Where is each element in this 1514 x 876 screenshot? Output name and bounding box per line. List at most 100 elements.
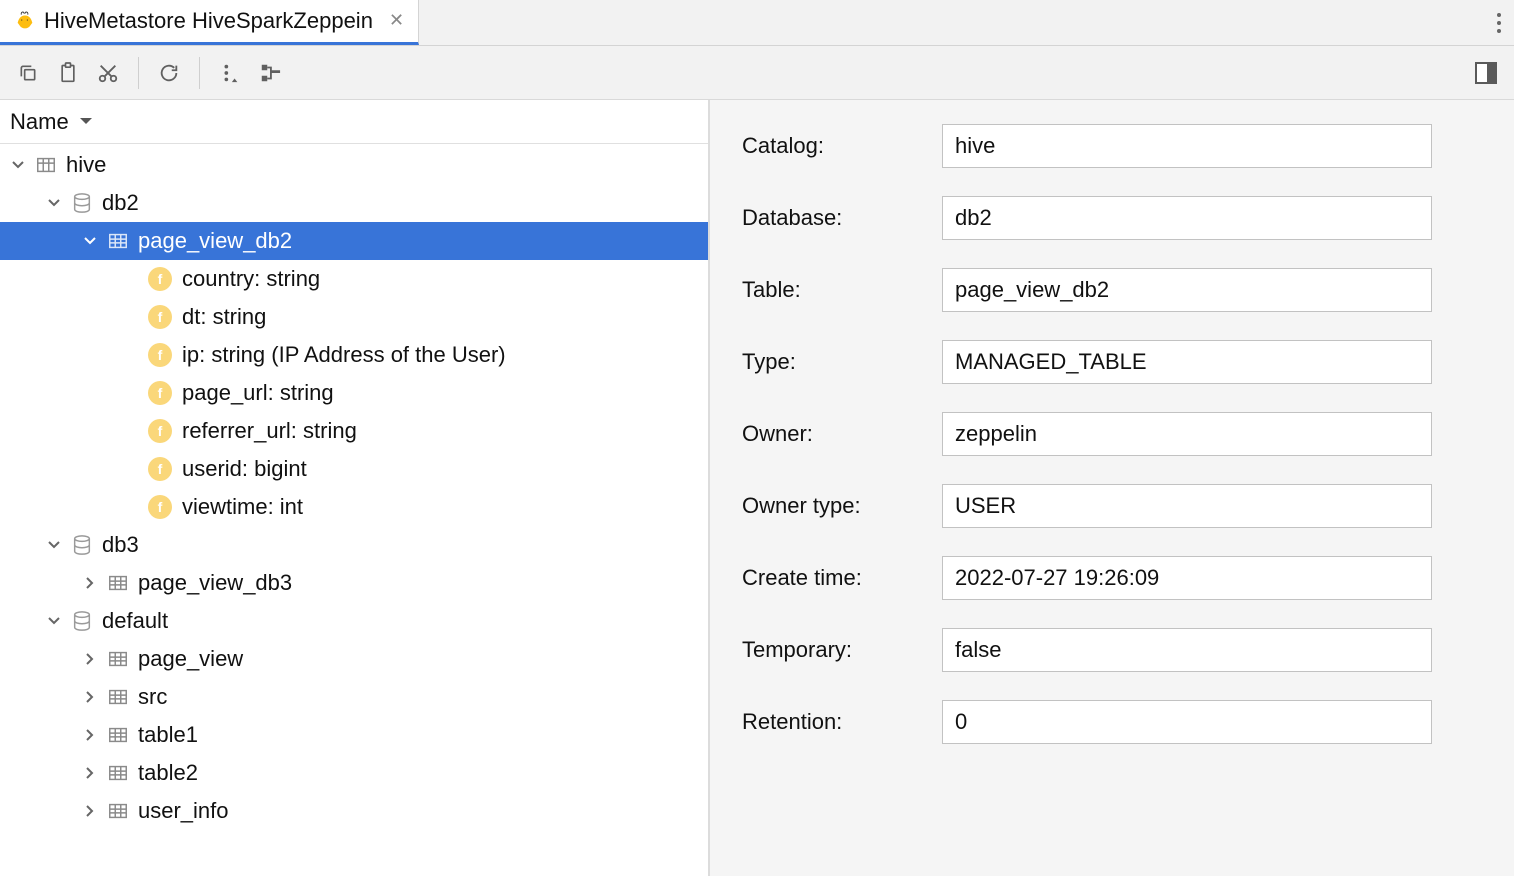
prop-row-create-time: Create time: 2022-07-27 19:26:09 [742, 556, 1482, 600]
copy-icon[interactable] [10, 55, 46, 91]
close-icon[interactable]: ✕ [389, 10, 404, 31]
chevron-down-icon[interactable] [44, 196, 64, 210]
tree-label: ip: string (IP Address of the User) [182, 342, 506, 368]
tree-label: db3 [102, 532, 139, 558]
tree-node-table[interactable]: user_info [0, 792, 708, 830]
toolbar [0, 46, 1514, 100]
tree-node-database[interactable]: db3 [0, 526, 708, 564]
tree-label: table2 [138, 760, 198, 786]
prop-value[interactable]: db2 [942, 196, 1432, 240]
prop-value[interactable]: MANAGED_TABLE [942, 340, 1432, 384]
tree-node-table[interactable]: page_view_db3 [0, 564, 708, 602]
table-icon [106, 571, 130, 595]
refresh-icon[interactable] [151, 55, 187, 91]
prop-row-table: Table: page_view_db2 [742, 268, 1482, 312]
tree-label: hive [66, 152, 106, 178]
tree-node-field[interactable]: f country: string [0, 260, 708, 298]
tree-panel: Name hive [0, 100, 710, 876]
tree-node-catalog[interactable]: hive [0, 146, 708, 184]
tree-node-field[interactable]: f userid: bigint [0, 450, 708, 488]
chevron-down-icon [79, 117, 93, 127]
tree-node-table[interactable]: table2 [0, 754, 708, 792]
main-split: Name hive [0, 100, 1514, 876]
table-icon [106, 761, 130, 785]
chevron-right-icon[interactable] [80, 728, 100, 742]
tab-hive-metastore[interactable]: HiveMetastore HiveSparkZeppein ✕ [0, 0, 419, 45]
tree-label: user_info [138, 798, 229, 824]
tree-node-table[interactable]: table1 [0, 716, 708, 754]
toggle-details-panel[interactable] [1468, 55, 1504, 91]
paste-icon[interactable] [50, 55, 86, 91]
prop-label: Catalog: [742, 133, 942, 159]
prop-label: Temporary: [742, 637, 942, 663]
database-icon [70, 191, 94, 215]
tree-label: page_view_db2 [138, 228, 292, 254]
table-icon [106, 799, 130, 823]
tree-node-field[interactable]: f page_url: string [0, 374, 708, 412]
table-icon [106, 685, 130, 709]
cut-icon[interactable] [90, 55, 126, 91]
catalog-tree[interactable]: hive db2 [0, 144, 708, 876]
tree-label: dt: string [182, 304, 266, 330]
chevron-down-icon[interactable] [8, 158, 28, 172]
prop-label: Owner: [742, 421, 942, 447]
tabbar-menu-icon[interactable] [1496, 12, 1502, 34]
tab-title: HiveMetastore HiveSparkZeppein [44, 8, 373, 34]
chevron-down-icon[interactable] [44, 614, 64, 628]
tree-node-table[interactable]: page_view [0, 640, 708, 678]
tree-node-table-selected[interactable]: page_view_db2 [0, 222, 708, 260]
tree-node-field[interactable]: f referrer_url: string [0, 412, 708, 450]
prop-value[interactable]: 0 [942, 700, 1432, 744]
tree-node-field[interactable]: f dt: string [0, 298, 708, 336]
prop-row-retention: Retention: 0 [742, 700, 1482, 744]
chevron-down-icon[interactable] [80, 234, 100, 248]
chevron-right-icon[interactable] [80, 804, 100, 818]
catalog-icon [34, 153, 58, 177]
tree-node-database[interactable]: default [0, 602, 708, 640]
database-icon [70, 533, 94, 557]
prop-value[interactable]: hive [942, 124, 1432, 168]
table-icon [106, 647, 130, 671]
tree-node-field[interactable]: f ip: string (IP Address of the User) [0, 336, 708, 374]
field-icon: f [148, 267, 172, 291]
prop-value[interactable]: page_view_db2 [942, 268, 1432, 312]
prop-row-database: Database: db2 [742, 196, 1482, 240]
tree-label: db2 [102, 190, 139, 216]
prop-label: Create time: [742, 565, 942, 591]
chevron-right-icon[interactable] [80, 576, 100, 590]
name-column-header[interactable]: Name [0, 100, 708, 144]
prop-label: Database: [742, 205, 942, 231]
tree-toggle-icon[interactable] [252, 55, 288, 91]
tree-label: userid: bigint [182, 456, 307, 482]
tab-bar: HiveMetastore HiveSparkZeppein ✕ [0, 0, 1514, 46]
tree-node-field[interactable]: f viewtime: int [0, 488, 708, 526]
prop-label: Table: [742, 277, 942, 303]
chevron-right-icon[interactable] [80, 652, 100, 666]
prop-row-owner-type: Owner type: USER [742, 484, 1482, 528]
tree-node-table[interactable]: src [0, 678, 708, 716]
tree-label: table1 [138, 722, 198, 748]
chevron-right-icon[interactable] [80, 766, 100, 780]
tree-label: page_url: string [182, 380, 334, 406]
prop-value[interactable]: USER [942, 484, 1432, 528]
tree-label: page_view_db3 [138, 570, 292, 596]
panel-layout-icon [1475, 62, 1497, 84]
field-icon: f [148, 495, 172, 519]
tree-label: src [138, 684, 167, 710]
prop-row-catalog: Catalog: hive [742, 124, 1482, 168]
tree-node-database[interactable]: db2 [0, 184, 708, 222]
details-panel: Catalog: hive Database: db2 Table: page_… [710, 100, 1514, 876]
prop-value[interactable]: 2022-07-27 19:26:09 [942, 556, 1432, 600]
chevron-right-icon[interactable] [80, 690, 100, 704]
prop-value[interactable]: zeppelin [942, 412, 1432, 456]
more-icon[interactable] [212, 55, 248, 91]
tree-label: default [102, 608, 168, 634]
chevron-down-icon[interactable] [44, 538, 64, 552]
field-icon: f [148, 343, 172, 367]
prop-value[interactable]: false [942, 628, 1432, 672]
table-icon [106, 229, 130, 253]
prop-row-type: Type: MANAGED_TABLE [742, 340, 1482, 384]
field-icon: f [148, 419, 172, 443]
prop-label: Owner type: [742, 493, 942, 519]
hive-logo-icon [14, 10, 36, 32]
